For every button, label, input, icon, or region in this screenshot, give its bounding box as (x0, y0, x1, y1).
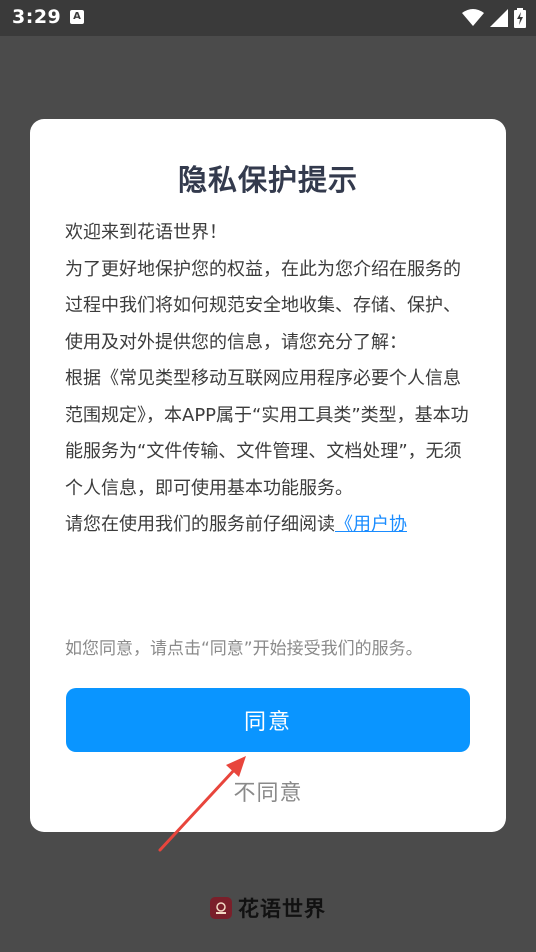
user-agreement-link[interactable]: 《用户协 (335, 514, 407, 535)
dialog-body[interactable]: 欢迎来到花语世界！ 为了更好地保护您的权益，在此为您介绍在服务的过程中我们将如何… (65, 215, 477, 623)
intro-text: 为了更好地保护您的权益，在此为您介绍在服务的过程中我们将如何规范安全地收集、存储… (65, 258, 461, 353)
read-prompt: 请您在使用我们的服务前仔细阅读《用户协 (65, 507, 477, 544)
agree-button[interactable]: 同意 (66, 688, 470, 752)
brand-footer: 花语世界 (0, 893, 536, 923)
status-time: 3:29 (12, 6, 62, 28)
disagree-button[interactable]: 不同意 (168, 776, 368, 812)
status-bar: 3:29 A (0, 0, 536, 36)
consent-note: 如您同意，请点击“同意”开始接受我们的服务。 (65, 639, 423, 659)
wifi-icon (462, 9, 484, 26)
battery-charging-icon (514, 8, 526, 28)
read-prompt-text: 请您在使用我们的服务前仔细阅读 (65, 514, 335, 535)
notification-icon: A (70, 10, 84, 24)
brand-logo-icon (210, 897, 232, 919)
dialog-title: 隐私保护提示 (177, 163, 358, 197)
welcome-text: 欢迎来到花语世界！ (65, 222, 227, 243)
cellular-signal-icon (490, 9, 508, 27)
regulation-text: 根据《常见类型移动互联网应用程序必要个人信息范围规定》，本APP属于“实用工具类… (65, 368, 469, 499)
brand-name: 花语世界 (238, 897, 326, 921)
privacy-dialog: 隐私保护提示 欢迎来到花语世界！ 为了更好地保护您的权益，在此为您介绍在服务的过… (30, 119, 506, 832)
status-icons (462, 8, 526, 28)
